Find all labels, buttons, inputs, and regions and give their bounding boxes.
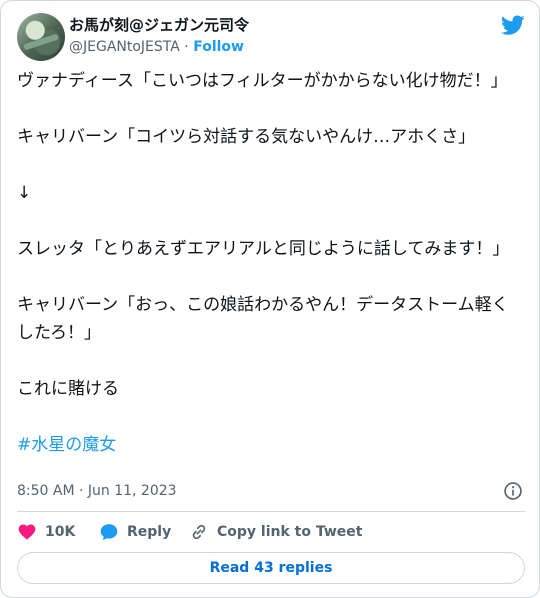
twitter-bird-icon[interactable]	[501, 13, 525, 37]
follow-link[interactable]: Follow	[193, 39, 244, 55]
read-replies-button[interactable]: Read 43 replies	[17, 552, 525, 584]
tweet-header: お馬が刻@ジェガン元司令 @JEGANtoJESTA · Follow	[17, 13, 525, 61]
tweet-body: ヴァナディース「こいつはフィルターがかからない化け物だ！」 キャリバーン「コイツ…	[17, 71, 510, 399]
timestamp[interactable]: 8:50 AM · Jun 11, 2023	[17, 483, 177, 499]
tweet-card: お馬が刻@ジェガン元司令 @JEGANtoJESTA · Follow ヴァナデ…	[0, 0, 540, 598]
like-count: 10K	[45, 524, 76, 540]
handle-row: @JEGANtoJESTA · Follow	[69, 37, 249, 57]
user-block: お馬が刻@ジェガン元司令 @JEGANtoJESTA · Follow	[69, 15, 249, 57]
copy-link-button[interactable]: Copy link to Tweet	[189, 521, 362, 543]
separator: ·	[184, 39, 189, 55]
tweet-text: ヴァナディース「こいつはフィルターがかからない化け物だ！」 キャリバーン「コイツ…	[17, 67, 525, 459]
action-bar: 10K Reply Copy link to Tweet	[17, 521, 525, 543]
copy-link-label: Copy link to Tweet	[217, 524, 363, 540]
link-icon	[192, 524, 206, 540]
handle[interactable]: @JEGANtoJESTA	[69, 39, 180, 55]
read-replies-label: Read 43 replies	[209, 560, 333, 576]
hashtag-link[interactable]: #水星の魔女	[17, 435, 116, 455]
like-button[interactable]: 10K	[17, 521, 75, 543]
tweet-meta: 8:50 AM · Jun 11, 2023	[17, 481, 525, 501]
reply-bubble-icon	[100, 524, 118, 541]
reply-label: Reply	[127, 524, 172, 540]
display-name[interactable]: お馬が刻@ジェガン元司令	[69, 15, 249, 35]
avatar[interactable]	[17, 13, 65, 61]
divider	[17, 511, 525, 512]
info-icon[interactable]	[503, 481, 523, 501]
heart-icon	[18, 524, 36, 540]
reply-button[interactable]: Reply	[99, 521, 171, 543]
